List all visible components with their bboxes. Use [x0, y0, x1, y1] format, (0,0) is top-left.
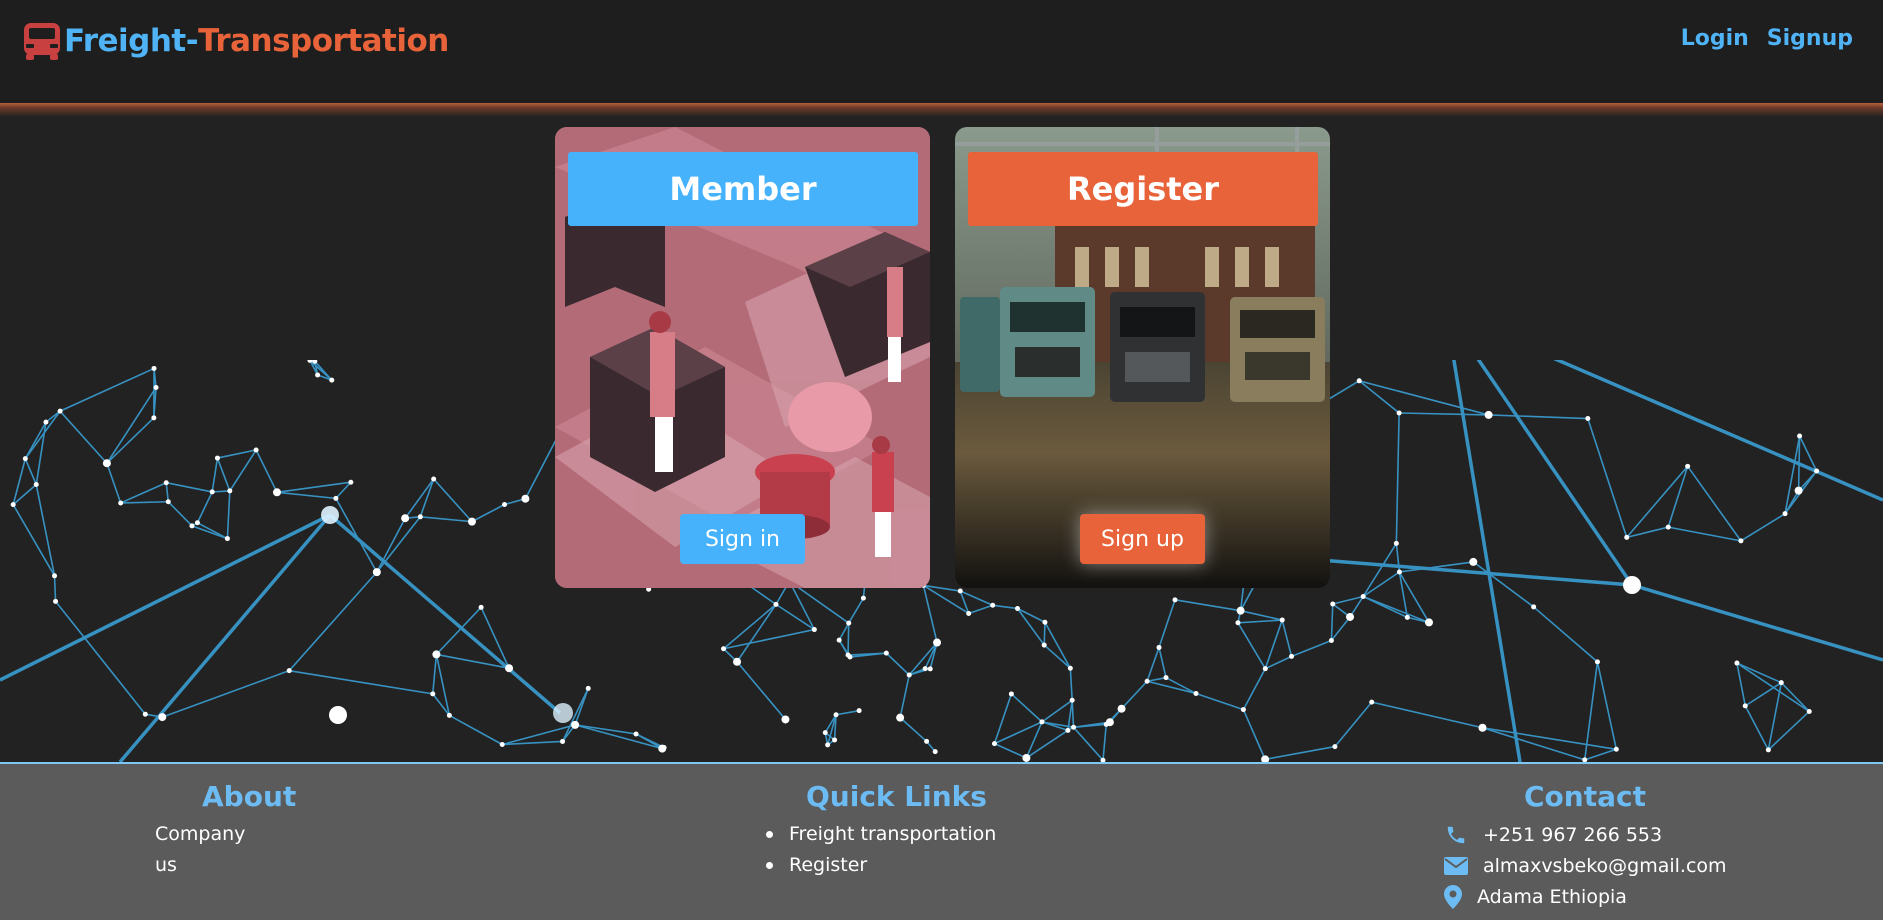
- sign-up-button[interactable]: Sign up: [1080, 514, 1205, 564]
- footer-contact-section: Contact +251 967 266 553 almaxvsbeko@gma…: [1443, 780, 1727, 912]
- footer-contact-heading: Contact: [1524, 780, 1646, 813]
- brand-logo[interactable]: Freight- Transportation: [22, 20, 449, 62]
- footer-about-line: us: [155, 854, 177, 876]
- truck-icon: [24, 23, 60, 60]
- quick-link-label: Freight transportation: [789, 823, 997, 845]
- contact-phone-row: +251 967 266 553: [1443, 819, 1727, 850]
- quick-links-list: Freight transportation Register: [766, 819, 996, 881]
- contact-phone: +251 967 266 553: [1483, 823, 1663, 846]
- sign-in-button[interactable]: Sign in: [680, 514, 805, 564]
- network-background: [0, 360, 1883, 762]
- member-card: Member Sign in: [555, 127, 930, 588]
- footer-quick-links-heading: Quick Links: [806, 780, 987, 813]
- footer-quick-links-section: Quick Links Freight transportation Regis…: [766, 780, 996, 881]
- header-glow-divider: [0, 103, 1883, 117]
- quick-link-label: Register: [789, 854, 868, 876]
- quick-link-register[interactable]: Register: [766, 850, 996, 881]
- contact-location: Adama Ethiopia: [1477, 885, 1627, 908]
- contact-location-row: Adama Ethiopia: [1443, 881, 1727, 912]
- nav-login-link[interactable]: Login: [1681, 26, 1749, 51]
- bullet-icon: [766, 862, 773, 869]
- nav-signup-link[interactable]: Signup: [1767, 26, 1853, 51]
- footer-about-line: Company: [155, 823, 246, 845]
- member-card-title: Member: [568, 152, 918, 226]
- footer: About Company us Quick Links Freight tra…: [0, 762, 1883, 920]
- map-pin-icon: [1443, 884, 1463, 909]
- footer-about-heading: About: [202, 780, 297, 813]
- register-card: Register Sign up: [955, 127, 1330, 588]
- footer-about-section: About Company us: [155, 780, 296, 881]
- bullet-icon: [766, 831, 773, 838]
- brand-name-part2: Transportation: [198, 23, 449, 59]
- quick-link-freight[interactable]: Freight transportation: [766, 819, 996, 850]
- envelope-icon: [1443, 854, 1469, 878]
- contact-email[interactable]: almaxvsbeko@gmail.com: [1483, 855, 1727, 877]
- phone-icon: [1443, 823, 1469, 847]
- contact-email-row: almaxvsbeko@gmail.com: [1443, 850, 1727, 881]
- top-navbar: Freight- Transportation Login Signup: [0, 0, 1883, 104]
- nav-links: Login Signup: [1681, 26, 1853, 51]
- register-card-title: Register: [968, 152, 1318, 226]
- brand-name-part1: Freight-: [64, 23, 199, 59]
